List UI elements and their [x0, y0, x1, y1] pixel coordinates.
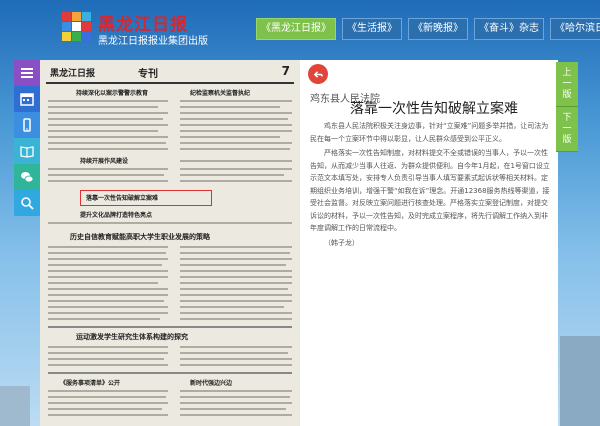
nav-harbin-daily[interactable]: 《哈尔滨日报》: [550, 18, 600, 40]
article-author: （韩子龙）: [324, 238, 359, 247]
paper-headline[interactable]: 历史自信教育赋能高职大学生职业发展的策略: [70, 232, 210, 242]
mobile-button[interactable]: [14, 112, 40, 138]
wechat-button[interactable]: [14, 164, 40, 190]
paper-section-name: 专刊: [138, 69, 158, 80]
nav-heilongjiang-daily[interactable]: 《黑龙江日报》: [256, 18, 336, 40]
calendar-button[interactable]: [14, 86, 40, 112]
paper-headline[interactable]: 持续开展作风建设: [80, 156, 128, 165]
article-body: 鸡东县人民法院积极关注身边事，针对“立案难”问题多举并措，让司法为民在每一个立案…: [310, 120, 550, 251]
article-paragraph: 鸡东县人民法院积极关注身边事，针对“立案难”问题多举并措，让司法为民在每一个立案…: [310, 122, 549, 143]
nav-fendou-magazine[interactable]: 《奋斗》杂志: [474, 18, 544, 40]
nav-life-daily[interactable]: 《生活报》: [342, 18, 402, 40]
paper-headline[interactable]: 纪检监察机关监督执纪: [190, 88, 250, 97]
next-page-label: 下一版: [562, 112, 572, 145]
paper-page-number: 7: [281, 64, 290, 78]
back-button[interactable]: [308, 64, 328, 84]
paper-headline[interactable]: 《服务事项清单》公开: [60, 378, 120, 387]
article-panel: 鸡东县人民法院 落靠一次性告知破解立案难 鸡东县人民法院积极关注身边事，针对“立…: [300, 60, 558, 426]
back-arrow-icon: [313, 70, 323, 78]
book-button[interactable]: [14, 138, 40, 164]
building-silhouette: [0, 386, 30, 426]
page-navigation: 上一版 下一版: [556, 62, 578, 152]
paper-headline[interactable]: 持续深化以案示警警示教育: [76, 88, 148, 97]
menu-button[interactable]: [14, 60, 40, 86]
book-icon: [20, 146, 34, 158]
newspaper-page[interactable]: 黑龙江日报 专刊 7 持续深化以案示警警示教育 纪检监察机关监督执纪 持续开展作…: [40, 60, 300, 426]
logo-icon: [62, 12, 91, 41]
search-button[interactable]: [14, 190, 40, 216]
wechat-icon: [21, 172, 34, 183]
next-page-button[interactable]: 下一版: [556, 107, 578, 152]
search-icon: [21, 197, 34, 210]
article-paragraph: 严格落实一次性告知制度，对材料提交不全或错误的当事人，予以一次性告知，从而减少当…: [310, 149, 550, 232]
building-silhouette: [560, 336, 600, 426]
paper-headline[interactable]: 提升文化品牌打造特色亮点: [80, 210, 152, 219]
paper-masthead: 黑龙江日报 专刊 7: [46, 64, 294, 84]
side-toolbar: [14, 60, 40, 216]
article-title: 落靠一次性告知破解立案难: [350, 101, 518, 117]
paper-headline[interactable]: 运动激发学生研究生体系构建的探究: [76, 332, 188, 342]
mobile-icon: [23, 118, 31, 132]
paper-headline[interactable]: 新时代强边兴边: [190, 378, 232, 387]
paper-masthead-title: 黑龙江日报: [50, 69, 96, 79]
menu-icon: [21, 68, 33, 78]
brand-subtitle: 黑龙江日报报业集团出版: [98, 36, 208, 47]
prev-page-button[interactable]: 上一版: [556, 62, 578, 107]
paper-headline-selected[interactable]: 落靠一次性告知破解立案难: [86, 193, 158, 202]
calendar-icon: [20, 93, 34, 106]
nav-new-evening[interactable]: 《新晚报》: [408, 18, 468, 40]
prev-page-label: 上一版: [562, 67, 572, 100]
publication-nav: 《黑龙江日报》 《生活报》 《新晚报》 《奋斗》杂志 《哈尔滨日报》: [256, 18, 600, 40]
